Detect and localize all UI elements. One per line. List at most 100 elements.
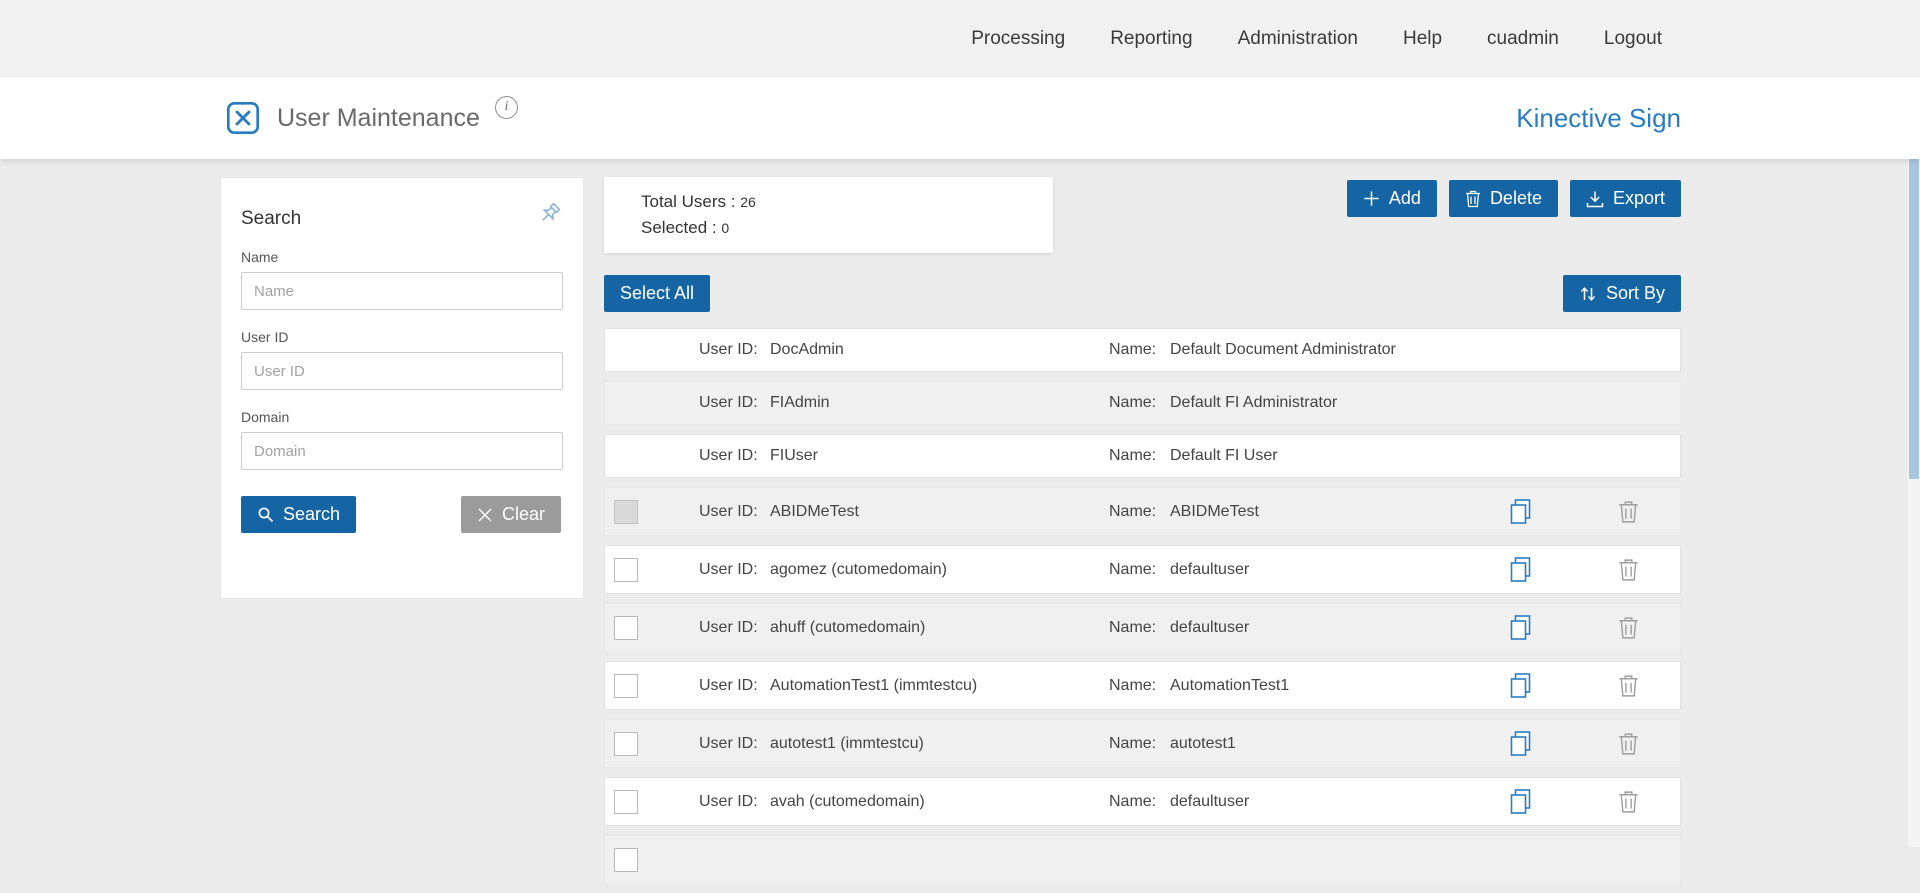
user-name-label: Name: [1109,619,1156,637]
copy-user-icon[interactable] [1508,614,1533,642]
export-icon [1586,190,1604,208]
add-button[interactable]: Add [1347,180,1437,217]
user-id-label: User ID: [699,341,758,359]
user-id-value: autotest1 (immtestcu) [770,735,924,753]
delete-user-icon[interactable] [1618,674,1639,698]
user-row [604,835,1681,884]
user-name-value: Default FI User [1170,447,1278,465]
nav-help[interactable]: Help [1403,28,1442,50]
clear-icon [477,507,493,523]
user-name-value: ABIDMeTest [1170,503,1259,521]
user-id-input[interactable] [241,352,563,390]
user-id-label: User ID: [699,503,758,521]
user-row: User ID: ABIDMeTest Name: ABIDMeTest [604,487,1681,536]
user-name-value: defaultuser [1170,619,1249,637]
user-name-value: defaultuser [1170,793,1249,811]
search-fields: Name User ID Domain [241,249,563,470]
user-id-value: avah (cutomedomain) [770,793,925,811]
user-id-value: FIAdmin [770,394,830,412]
user-row: User ID: AutomationTest1 (immtestcu) Nam… [604,661,1681,710]
sort-icon [1579,286,1597,302]
user-id-label: User ID: [699,394,758,412]
user-name-label: Name: [1109,394,1156,412]
nav-cuadmin[interactable]: cuadmin [1487,28,1559,50]
info-icon-glyph: i [504,99,508,115]
domain-input[interactable] [241,432,563,470]
content-column: Total Users : 26 Selected : 0 [604,177,1681,893]
nav-logout[interactable]: Logout [1604,28,1662,50]
total-users-label: Total Users : [641,192,735,211]
row-checkbox[interactable] [614,848,638,872]
copy-user-icon[interactable] [1508,556,1533,584]
sort-by-label: Sort By [1606,283,1665,304]
nav-reporting[interactable]: Reporting [1110,28,1192,50]
row-checkbox[interactable] [614,500,638,524]
selected-label: Selected : [641,218,717,237]
copy-user-icon[interactable] [1508,788,1533,816]
search-field: Domain [241,409,563,470]
user-name-label: Name: [1109,503,1156,521]
row-checkbox[interactable] [614,674,638,698]
user-id-label: User ID: [699,561,758,579]
user-row: User ID: agomez (cutomedomain) Name: def… [604,545,1681,594]
search-button-label: Search [283,504,340,525]
delete-user-icon[interactable] [1618,558,1639,582]
user-name-label: Name: [1109,735,1156,753]
user-row: User ID: ahuff (cutomedomain) Name: defa… [604,603,1681,652]
user-id-label: User ID: [699,619,758,637]
copy-user-icon[interactable] [1508,498,1533,526]
user-row: User ID: autotest1 (immtestcu) Name: aut… [604,719,1681,768]
main-area: Search Name User ID Domain [0,159,1920,893]
user-id-value: DocAdmin [770,341,844,359]
nav-processing[interactable]: Processing [971,28,1065,50]
nav-administration[interactable]: Administration [1238,28,1358,50]
page-header: User Maintenance i Kinective Sign [0,77,1920,159]
user-id-label: User ID: [699,793,758,811]
pin-icon[interactable] [535,200,563,228]
search-field: User ID [241,329,563,390]
select-all-button[interactable]: Select All [604,275,710,312]
user-row: User ID: FIAdmin Name: Default FI Admini… [604,381,1681,425]
row-checkbox[interactable] [614,732,638,756]
scrollbar-thumb[interactable] [1909,159,1919,479]
user-name-label: Name: [1109,447,1156,465]
sort-by-button[interactable]: Sort By [1563,275,1681,312]
delete-user-icon[interactable] [1618,616,1639,640]
top-nav: Processing Reporting Administration Help… [0,0,1920,77]
clear-button-label: Clear [502,504,545,525]
delete-user-icon[interactable] [1618,500,1639,524]
row-checkbox[interactable] [614,790,638,814]
field-label: Name [241,249,563,265]
user-list: User ID: DocAdmin Name: Default Document… [604,328,1681,884]
name-input[interactable] [241,272,563,310]
info-icon[interactable]: i [495,96,518,119]
delete-icon [1465,190,1481,208]
add-icon [1363,190,1380,207]
search-button[interactable]: Search [241,496,356,533]
export-button[interactable]: Export [1570,180,1681,217]
delete-button[interactable]: Delete [1449,180,1558,217]
summary-box: Total Users : 26 Selected : 0 [604,177,1053,253]
field-label: User ID [241,329,563,345]
user-id-value: ABIDMeTest [770,503,859,521]
row-checkbox[interactable] [614,616,638,640]
user-name-label: Name: [1109,341,1156,359]
export-button-label: Export [1613,188,1665,209]
delete-user-icon[interactable] [1618,732,1639,756]
copy-user-icon[interactable] [1508,730,1533,758]
delete-user-icon[interactable] [1618,790,1639,814]
search-panel-title: Search [241,200,301,230]
user-row: User ID: DocAdmin Name: Default Document… [604,328,1681,372]
copy-user-icon[interactable] [1508,672,1533,700]
page-title: User Maintenance [277,104,480,133]
row-checkbox[interactable] [614,558,638,582]
field-label: Domain [241,409,563,425]
user-id-value: agomez (cutomedomain) [770,561,947,579]
page: Processing Reporting Administration Help… [0,0,1920,893]
clear-button[interactable]: Clear [461,496,561,533]
user-id-value: FIUser [770,447,818,465]
scrollbar[interactable] [1908,159,1920,847]
user-row: User ID: FIUser Name: Default FI User [604,434,1681,478]
user-name-value: Default FI Administrator [1170,394,1337,412]
user-id-value: ahuff (cutomedomain) [770,619,925,637]
